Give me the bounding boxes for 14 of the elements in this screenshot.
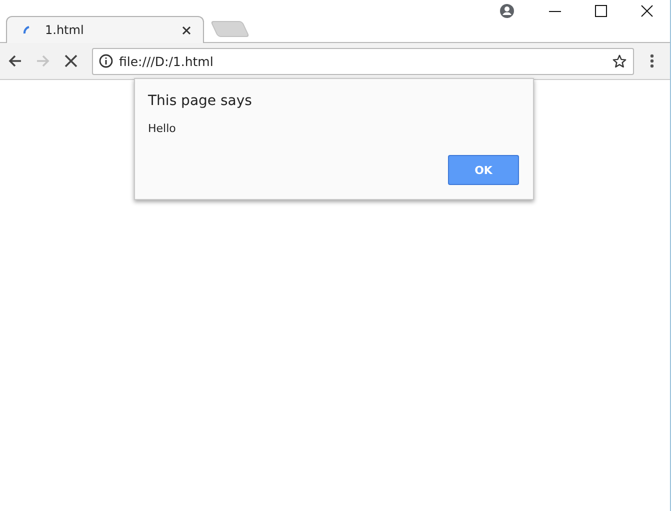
menu-icon[interactable] <box>650 54 654 68</box>
address-bar[interactable]: file:///D:/1.html <box>92 48 634 74</box>
dialog-title: This page says <box>148 93 253 109</box>
dialog-message: Hello <box>148 122 177 135</box>
info-icon[interactable] <box>99 54 113 68</box>
back-icon[interactable] <box>7 53 23 69</box>
url-text: file:///D:/1.html <box>119 54 214 68</box>
profile-icon[interactable] <box>499 3 515 19</box>
close-icon[interactable] <box>641 5 653 17</box>
maximize-icon[interactable] <box>595 5 607 17</box>
close-tab-icon[interactable] <box>182 26 191 34</box>
star-icon[interactable] <box>612 54 627 68</box>
stop-icon[interactable] <box>63 53 79 69</box>
browser-tab[interactable]: 1.html <box>6 16 204 43</box>
